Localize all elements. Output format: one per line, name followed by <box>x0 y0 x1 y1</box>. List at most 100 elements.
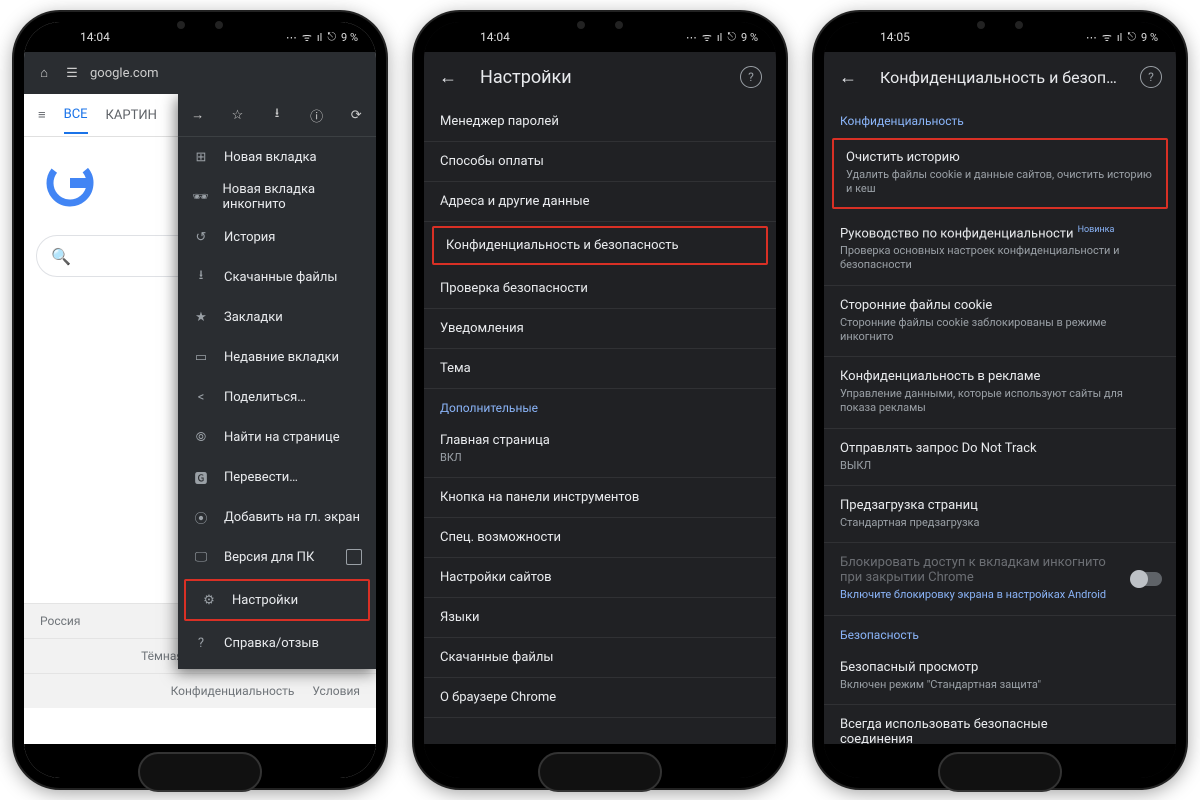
item-label: Отправлять запрос Do Not Track <box>840 441 1160 456</box>
menu-desktop-site[interactable]: 🖵Версия для ПК <box>178 537 376 577</box>
menu-settings[interactable]: ⚙Настройки <box>184 579 370 621</box>
item-privacy-guide[interactable]: Руководство по конфиденциальностиНовинка… <box>824 213 1176 286</box>
item-languages[interactable]: Языки <box>424 598 776 638</box>
item-label: Спец. возможности <box>440 530 561 545</box>
tab-all[interactable]: ВСЕ <box>64 107 88 134</box>
item-notifications[interactable]: Уведомления <box>424 309 776 349</box>
item-homepage[interactable]: Главная страницаВКЛ <box>424 421 776 478</box>
footer-privacy[interactable]: Конфиденциальность <box>171 684 295 698</box>
notch <box>120 12 280 38</box>
star-icon[interactable]: ☆ <box>227 108 247 123</box>
download-icon[interactable]: ⭳ <box>267 104 287 126</box>
status-time: 14:04 <box>480 30 510 44</box>
tab-images[interactable]: КАРТИН <box>106 108 157 123</box>
home-button[interactable] <box>938 752 1062 792</box>
section-privacy: Конфиденциальность <box>824 102 1176 134</box>
menu-bookmarks[interactable]: ★Закладки <box>178 297 376 337</box>
menu-history[interactable]: ↺История <box>178 217 376 257</box>
item-label: Настройки сайтов <box>440 570 552 585</box>
menu-find[interactable]: ⦾Найти на странице <box>178 417 376 457</box>
battery-pct: 9 % <box>1141 31 1158 44</box>
item-safety-check[interactable]: Проверка безопасности <box>424 269 776 309</box>
item-label: Главная страница <box>440 433 760 448</box>
item-safe-browsing[interactable]: Безопасный просмотр Включен режим "Станд… <box>824 648 1176 705</box>
reload-icon[interactable]: ⟳ <box>346 108 366 123</box>
menu-new-tab[interactable]: ⊞Новая вкладка <box>178 137 376 177</box>
item-toolbar-button[interactable]: Кнопка на панели инструментов <box>424 478 776 518</box>
url-text: google.com <box>90 66 159 81</box>
translate-icon: 🅶 <box>192 468 210 487</box>
item-clear-history[interactable]: Очистить историю Удалить файлы cookie и … <box>832 138 1168 209</box>
item-payment[interactable]: Способы оплаты <box>424 142 776 182</box>
footer-terms[interactable]: Условия <box>312 684 360 698</box>
signal-icon: ıl <box>1117 31 1122 44</box>
phone-2: 14:04 ⋯ ᯤ ıl ⎋ 9 % ← Настройки ? Менедже… <box>414 12 786 788</box>
item-accessibility[interactable]: Спец. возможности <box>424 518 776 558</box>
info-icon[interactable]: ⓘ <box>307 106 327 125</box>
battery-icon: ⎋ <box>1127 30 1136 44</box>
item-sub: Удалить файлы cookie и данные сайтов, оч… <box>846 168 1154 197</box>
wifi-icon: ᯤ <box>1102 30 1112 45</box>
site-info-icon[interactable]: ☰ <box>62 66 82 81</box>
forward-icon[interactable]: → <box>188 107 208 123</box>
item-sub: ВЫКЛ <box>840 459 1160 473</box>
item-preload[interactable]: Предзагрузка страниц Стандартная предзаг… <box>824 486 1176 543</box>
item-always-https[interactable]: Всегда использовать безопасные соединени… <box>824 705 1176 744</box>
item-password-manager[interactable]: Менеджер паролей <box>424 102 776 142</box>
home-icon[interactable]: ⌂ <box>34 65 54 81</box>
back-icon[interactable]: ← <box>838 67 858 88</box>
item-downloads[interactable]: Скачанные файлы <box>424 638 776 678</box>
item-label: Уведомления <box>440 321 524 336</box>
hamburger-icon[interactable]: ≡ <box>38 107 46 123</box>
section-additional: Дополнительные <box>424 389 776 421</box>
section-security: Безопасность <box>824 616 1176 648</box>
menu-share[interactable]: <Поделиться… <box>178 377 376 417</box>
home-button[interactable] <box>538 752 662 792</box>
help-icon[interactable]: ? <box>740 66 762 88</box>
item-privacy-security[interactable]: Конфиденциальность и безопасность <box>432 226 768 265</box>
item-ad-privacy[interactable]: Конфиденциальность в рекламе Управление … <box>824 357 1176 429</box>
desktop-checkbox[interactable] <box>346 549 362 565</box>
item-label: Сторонние файлы cookie <box>840 298 1160 313</box>
item-label: О браузере Chrome <box>440 690 556 705</box>
settings-list[interactable]: Менеджер паролей Способы оплаты Адреса и… <box>424 102 776 744</box>
menu-translate[interactable]: 🅶Перевести… <box>178 457 376 497</box>
item-addresses[interactable]: Адреса и другие данные <box>424 182 776 222</box>
item-label: Очистить историю <box>846 150 1154 165</box>
menu-incognito[interactable]: 🕶Новая вкладка инкогнито <box>178 177 376 217</box>
more-icon: ⋯ <box>686 31 697 44</box>
item-link[interactable]: Включите блокировку экрана в настройках … <box>840 588 1160 602</box>
help-icon[interactable]: ? <box>1140 66 1162 88</box>
menu-recent-tabs[interactable]: ▭Недавние вкладки <box>178 337 376 377</box>
google-logo-icon <box>44 157 96 209</box>
wifi-icon: ᯤ <box>302 30 312 45</box>
menu-label: История <box>224 230 275 245</box>
menu-downloads[interactable]: ⭳Скачанные файлы <box>178 257 376 297</box>
item-dnt[interactable]: Отправлять запрос Do Not Track ВЫКЛ <box>824 429 1176 486</box>
item-sub: Сторонние файлы cookie заблокированы в р… <box>840 316 1160 345</box>
overflow-top-row: → ☆ ⭳ ⓘ ⟳ <box>178 94 376 137</box>
item-label: Блокировать доступ к вкладкам инкогнито … <box>840 555 1160 585</box>
back-icon[interactable]: ← <box>438 67 458 88</box>
item-third-party-cookies[interactable]: Сторонние файлы cookie Сторонние файлы c… <box>824 286 1176 358</box>
item-about-chrome[interactable]: О браузере Chrome <box>424 678 776 718</box>
home-button[interactable] <box>138 752 262 792</box>
add-home-icon: ⦿ <box>192 508 210 527</box>
menu-help[interactable]: ?Справка/отзыв <box>178 623 376 663</box>
privacy-list[interactable]: Конфиденциальность Очистить историю Удал… <box>824 102 1176 744</box>
status-time: 14:05 <box>880 30 910 44</box>
download-list-icon: ⭳ <box>192 266 210 288</box>
menu-add-home[interactable]: ⦿Добавить на гл. экран <box>178 497 376 537</box>
item-site-settings[interactable]: Настройки сайтов <box>424 558 776 598</box>
item-theme[interactable]: Тема <box>424 349 776 389</box>
menu-label: Недавние вкладки <box>224 350 339 365</box>
plus-box-icon: ⊞ <box>192 150 210 165</box>
item-label: Менеджер паролей <box>440 114 559 129</box>
page-title: Конфиденциальность и безоп… <box>880 68 1117 87</box>
incognito-icon: 🕶 <box>192 190 209 205</box>
item-label: Тема <box>440 361 471 376</box>
wifi-icon: ᯤ <box>702 30 712 45</box>
omnibox[interactable]: ⌂ ☰ google.com <box>24 52 376 94</box>
menu-label: Закладки <box>224 310 283 325</box>
item-label: Безопасный просмотр <box>840 660 1160 675</box>
